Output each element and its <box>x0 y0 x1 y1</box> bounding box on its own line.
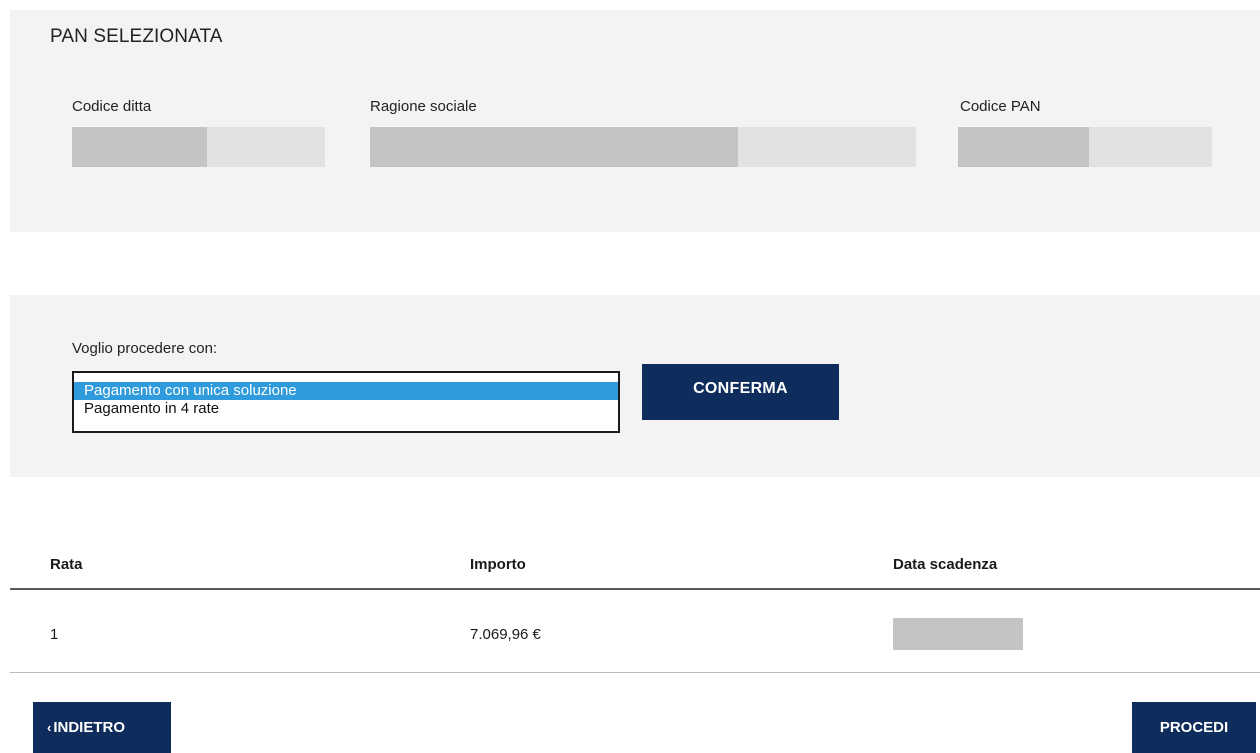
importo-cell: 7.069,96 € <box>470 626 541 643</box>
pan-selected-panel: PAN SELEZIONATA Codice ditta Ragione soc… <box>10 10 1260 232</box>
pan-section-title: PAN SELEZIONATA <box>50 26 223 47</box>
rata-cell: 1 <box>50 626 59 643</box>
data-scadenza-masked-cell <box>893 618 1023 650</box>
codice-pan-masked-value <box>958 127 1089 167</box>
ragione-sociale-masked-value <box>370 127 738 167</box>
option-single-payment[interactable]: Pagamento con unica soluzione <box>74 382 618 400</box>
payment-choice-label: Voglio procedere con: <box>72 340 218 357</box>
back-button-label: INDIETRO <box>53 719 126 736</box>
back-button[interactable]: ‹ INDIETRO <box>33 702 171 753</box>
column-header-importo: Importo <box>470 556 526 573</box>
option-four-installments[interactable]: Pagamento in 4 rate <box>74 400 618 418</box>
column-header-data-scadenza: Data scadenza <box>893 556 998 573</box>
column-header-rata: Rata <box>50 556 83 573</box>
payment-choice-panel: Voglio procedere con: Pagamento con unic… <box>10 295 1260 477</box>
proceed-button[interactable]: PROCEDI <box>1132 702 1256 753</box>
ragione-sociale-label: Ragione sociale <box>370 98 477 115</box>
codice-ditta-label: Codice ditta <box>72 98 152 115</box>
payment-option-listbox[interactable]: Pagamento con unica soluzione Pagamento … <box>72 371 620 433</box>
codice-pan-label: Codice PAN <box>960 98 1041 115</box>
codice-ditta-field <box>72 127 325 167</box>
ragione-sociale-field <box>370 127 916 167</box>
table-row-divider <box>10 672 1260 673</box>
confirm-button[interactable]: CONFERMA <box>642 364 839 420</box>
codice-pan-field <box>958 127 1212 167</box>
chevron-left-icon: ‹ <box>47 720 52 735</box>
codice-ditta-masked-value <box>72 127 207 167</box>
table-header-divider <box>10 588 1260 590</box>
